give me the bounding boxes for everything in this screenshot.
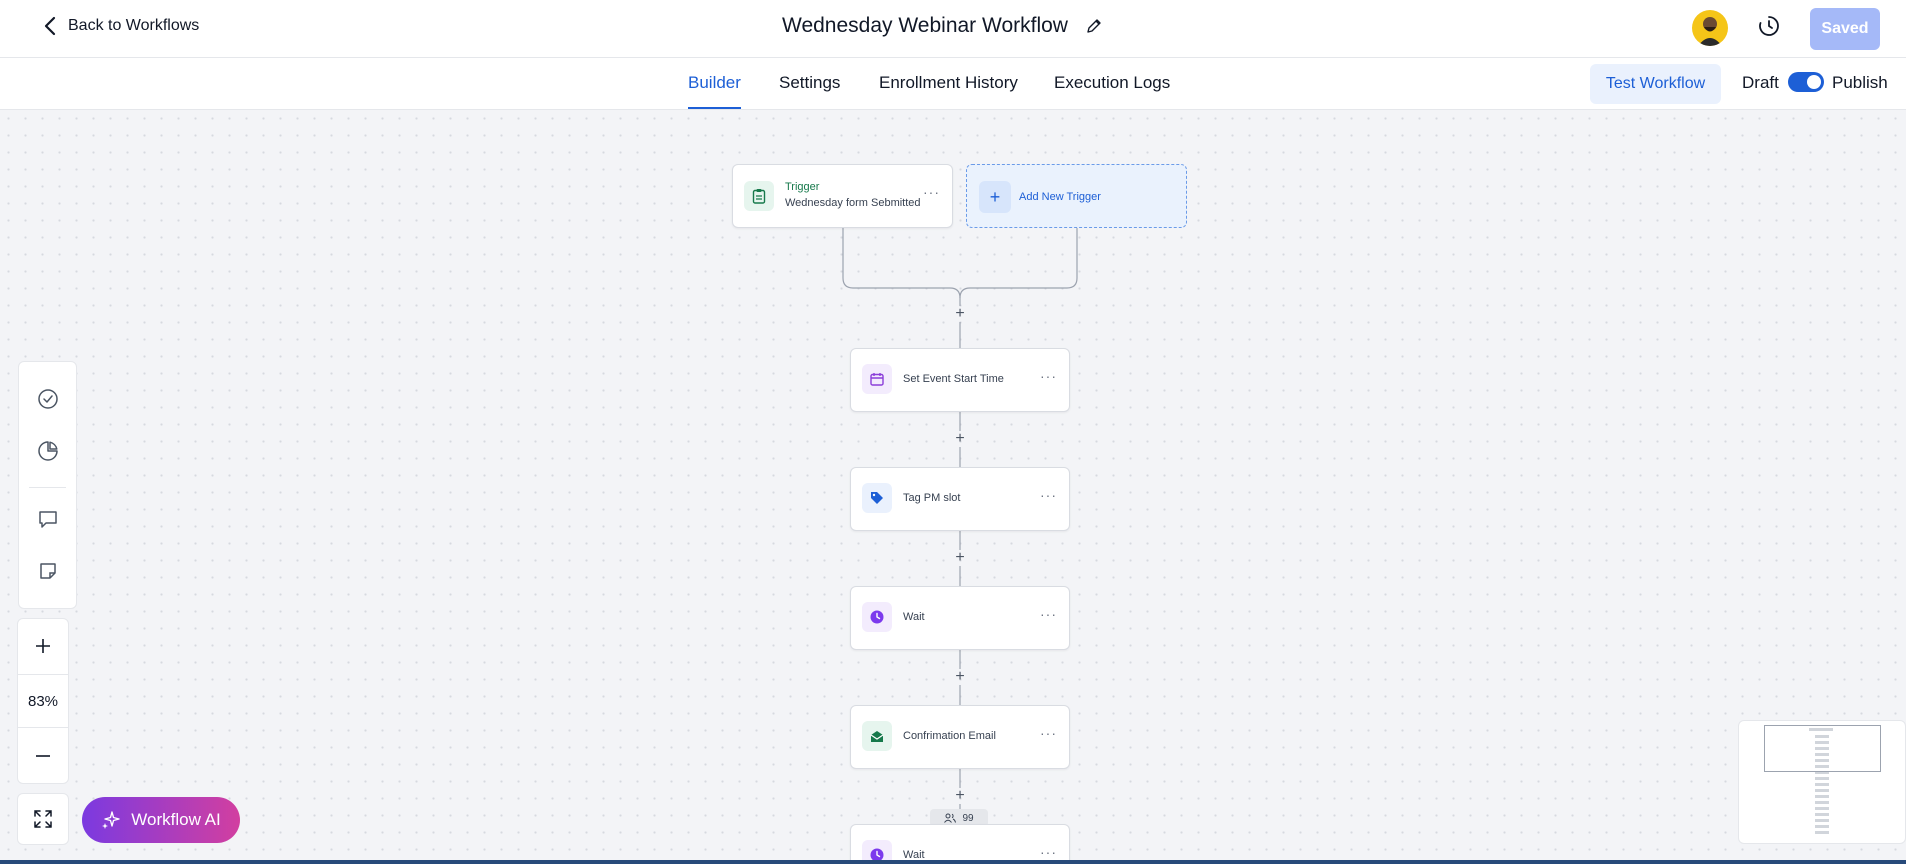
pencil-icon[interactable]	[1086, 18, 1102, 34]
zoom-in-button[interactable]	[18, 619, 68, 673]
tag-icon	[862, 483, 892, 513]
calendar-icon	[862, 364, 892, 394]
toggle-knob	[1807, 75, 1821, 89]
minus-icon	[36, 755, 50, 757]
fit-to-screen-button[interactable]	[17, 793, 69, 845]
zoom-out-button[interactable]	[18, 729, 68, 783]
canvas-tools-panel	[18, 361, 77, 609]
add-step-plus[interactable]: +	[952, 669, 968, 685]
step-label: Set Event Start Time	[903, 373, 1004, 385]
workflow-title-area: Wednesday Webinar Workflow	[782, 14, 1102, 38]
page-title: Wednesday Webinar Workflow	[782, 14, 1068, 37]
tab-enrollment-history[interactable]: Enrollment History	[879, 73, 1018, 109]
step-wait[interactable]: Wait ···	[850, 586, 1070, 650]
more-options-icon[interactable]: ···	[1040, 369, 1057, 383]
trigger-title: Trigger	[785, 181, 820, 193]
zoom-level: 83%	[18, 674, 68, 728]
sparkles-icon	[102, 811, 120, 829]
step-label: Wait	[903, 611, 925, 623]
tools-divider	[29, 487, 66, 488]
count-value: 99	[962, 812, 974, 824]
step-set-event-start-time[interactable]: Set Event Start Time ···	[850, 348, 1070, 412]
plus-icon	[36, 639, 50, 653]
email-icon	[862, 721, 892, 751]
clock-icon	[862, 840, 892, 860]
workflow-ai-label: Workflow AI	[131, 810, 221, 829]
tab-bar: Builder Settings Enrollment History Exec…	[0, 58, 1906, 110]
minimap-viewport[interactable]	[1764, 725, 1881, 772]
add-step-plus[interactable]: +	[952, 306, 968, 322]
workflow-canvas[interactable]: Trigger Wednesday form Sebmitted ··· + A…	[0, 110, 1906, 860]
expand-icon	[34, 810, 52, 828]
more-options-icon[interactable]: ···	[923, 185, 940, 199]
users-icon	[944, 813, 957, 823]
more-options-icon[interactable]: ···	[1040, 488, 1057, 502]
back-to-workflows-link[interactable]: Back to Workflows	[44, 16, 199, 36]
zoom-controls: 83%	[17, 618, 69, 784]
tab-execution-logs[interactable]: Execution Logs	[1054, 73, 1170, 109]
clipboard-icon	[744, 181, 774, 211]
step-tag-pm-slot[interactable]: Tag PM slot ···	[850, 467, 1070, 531]
comment-icon[interactable]	[35, 506, 61, 532]
chevron-left-icon	[44, 16, 56, 36]
tab-builder[interactable]: Builder	[688, 73, 741, 109]
trigger-subtitle: Wednesday form Sebmitted	[785, 197, 921, 209]
clock-icon	[862, 602, 892, 632]
add-step-plus[interactable]: +	[952, 550, 968, 566]
minimap[interactable]	[1738, 720, 1906, 844]
more-options-icon[interactable]: ···	[1040, 607, 1057, 621]
step-wait[interactable]: Wait ···	[850, 824, 1070, 860]
more-options-icon[interactable]: ···	[1040, 726, 1057, 740]
history-icon	[1759, 16, 1779, 36]
publish-toggle[interactable]	[1788, 72, 1824, 92]
bottom-edge	[0, 860, 1906, 864]
test-workflow-button[interactable]: Test Workflow	[1590, 64, 1721, 104]
step-label: Confrimation Email	[903, 730, 996, 742]
avatar[interactable]	[1692, 10, 1728, 46]
check-circle-icon[interactable]	[35, 386, 61, 412]
step-label: Wait	[903, 849, 925, 860]
publish-label: Publish	[1832, 73, 1888, 92]
saved-button[interactable]: Saved	[1810, 8, 1880, 50]
pie-chart-icon[interactable]	[35, 438, 61, 464]
draft-label: Draft	[1742, 73, 1779, 92]
add-trigger-label: Add New Trigger	[1019, 191, 1101, 203]
back-label: Back to Workflows	[68, 17, 200, 34]
trigger-node[interactable]: Trigger Wednesday form Sebmitted ···	[732, 164, 953, 228]
plus-icon: +	[979, 181, 1011, 213]
add-new-trigger-button[interactable]: + Add New Trigger	[966, 164, 1187, 228]
step-label: Tag PM slot	[903, 492, 961, 504]
more-options-icon[interactable]: ···	[1040, 845, 1057, 859]
add-step-plus[interactable]: +	[952, 788, 968, 804]
tab-settings[interactable]: Settings	[779, 73, 840, 109]
add-step-plus[interactable]: +	[952, 431, 968, 447]
sticky-note-icon[interactable]	[35, 558, 61, 584]
step-confirmation-email[interactable]: Confrimation Email ···	[850, 705, 1070, 769]
workflow-ai-button[interactable]: Workflow AI	[82, 797, 240, 843]
history-button[interactable]	[1756, 13, 1782, 39]
top-bar: Back to Workflows Wednesday Webinar Work…	[0, 0, 1906, 58]
